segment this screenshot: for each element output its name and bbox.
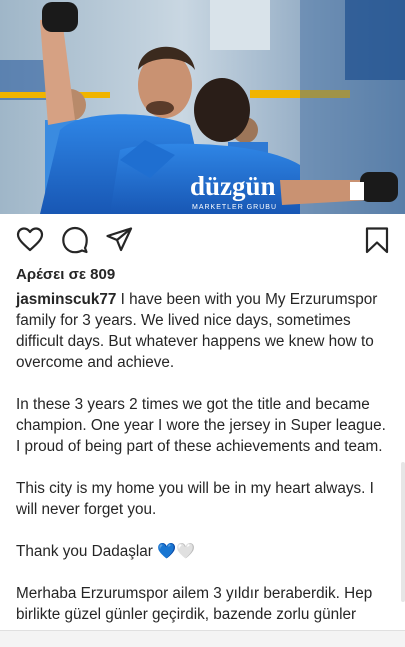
bottom-bar	[0, 630, 405, 647]
post-action-bar	[0, 214, 405, 266]
save-button[interactable]	[363, 226, 391, 254]
caption-paragraph: jasminscuk77 I have been with you My Erz…	[16, 289, 394, 373]
username-link[interactable]: jasminscuk77	[16, 291, 116, 308]
sponsor-subtext: MARKETLER GRUBU	[192, 204, 277, 211]
caption-paragraph: Merhaba Erzurumspor ailem 3 yıldır berab…	[16, 585, 373, 623]
caption-paragraph: In these 3 years 2 times we got the titl…	[16, 396, 386, 455]
post-photo[interactable]: düzgün MARKETLER GRUBU	[0, 0, 405, 214]
caption-paragraph: This city is my home you will be in my h…	[16, 480, 374, 518]
sponsor-logo-text: düzgün	[190, 171, 276, 201]
scrollbar[interactable]	[401, 462, 405, 602]
comment-button[interactable]	[61, 226, 89, 254]
like-button[interactable]	[16, 226, 44, 254]
post-caption: jasminscuk77 I have been with you My Erz…	[16, 289, 394, 646]
heart-icon	[16, 227, 44, 252]
comment-icon	[62, 226, 88, 254]
likes-count[interactable]: Αρέσει σε 809	[16, 266, 115, 283]
caption-paragraph: Thank you Dadaşlar 💙🤍	[16, 543, 196, 560]
share-button[interactable]	[105, 226, 133, 254]
share-icon	[106, 227, 133, 252]
post-photo-illustration: düzgün MARKETLER GRUBU	[0, 0, 405, 214]
bookmark-icon	[365, 227, 389, 254]
